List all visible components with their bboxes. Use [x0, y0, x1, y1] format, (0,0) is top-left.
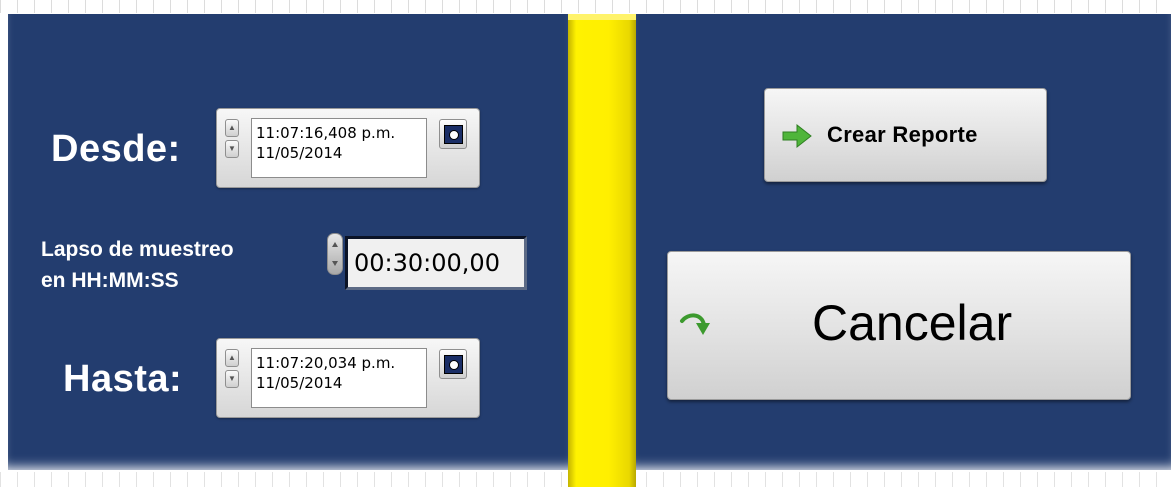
yellow-divider-top [568, 14, 636, 20]
desde-timestamp-field[interactable]: 11:07:16,408 p.m. 11/05/2014 [251, 118, 427, 178]
grid-background-left [0, 13, 8, 487]
lapso-label: Lapso de muestreo en HH:MM:SS [41, 234, 234, 296]
yellow-divider [568, 14, 636, 487]
create-report-label: Crear Reporte [827, 122, 978, 147]
hasta-time: 11:07:20,034 p.m. [256, 354, 396, 372]
create-report-button[interactable]: Crear Reporte [764, 88, 1047, 182]
hasta-spin[interactable]: ▲ ▼ [225, 349, 239, 388]
desde-calendar-button[interactable] [439, 119, 467, 149]
lapso-label-line2: en HH:MM:SS [41, 269, 179, 292]
hasta-increment-button[interactable]: ▲ [225, 349, 239, 367]
cancel-button[interactable]: Cancelar [667, 251, 1131, 400]
lapso-label-line1: Lapso de muestreo [41, 238, 234, 261]
hasta-timestamp-control: ▲ ▼ 11:07:20,034 p.m. 11/05/2014 [216, 338, 480, 418]
hasta-decrement-button[interactable]: ▼ [225, 370, 239, 388]
desde-date: 11/05/2014 [256, 144, 343, 162]
grid-background-top [0, 0, 1171, 13]
hasta-timestamp-field[interactable]: 11:07:20,034 p.m. 11/05/2014 [251, 348, 427, 408]
cancel-label: Cancelar [812, 295, 1013, 351]
green-return-arrow-icon [680, 313, 710, 335]
desde-increment-button[interactable]: ▲ [225, 119, 239, 137]
lapso-input[interactable]: 00:30:00,00 [345, 236, 527, 290]
calendar-clock-icon [444, 125, 463, 144]
calendar-clock-icon [444, 355, 463, 374]
green-arrow-right-icon [782, 123, 812, 149]
desde-timestamp-control: ▲ ▼ 11:07:16,408 p.m. 11/05/2014 [216, 108, 480, 188]
desde-decrement-button[interactable]: ▼ [225, 140, 239, 158]
hasta-date: 11/05/2014 [256, 374, 343, 392]
desde-label: Desde: [51, 128, 181, 170]
lapso-spin-button[interactable] [327, 233, 343, 275]
desde-spin[interactable]: ▲ ▼ [225, 119, 239, 158]
hasta-calendar-button[interactable] [439, 349, 467, 379]
right-panel [634, 14, 1171, 470]
hasta-label: Hasta: [63, 358, 183, 400]
desde-time: 11:07:16,408 p.m. [256, 124, 396, 142]
